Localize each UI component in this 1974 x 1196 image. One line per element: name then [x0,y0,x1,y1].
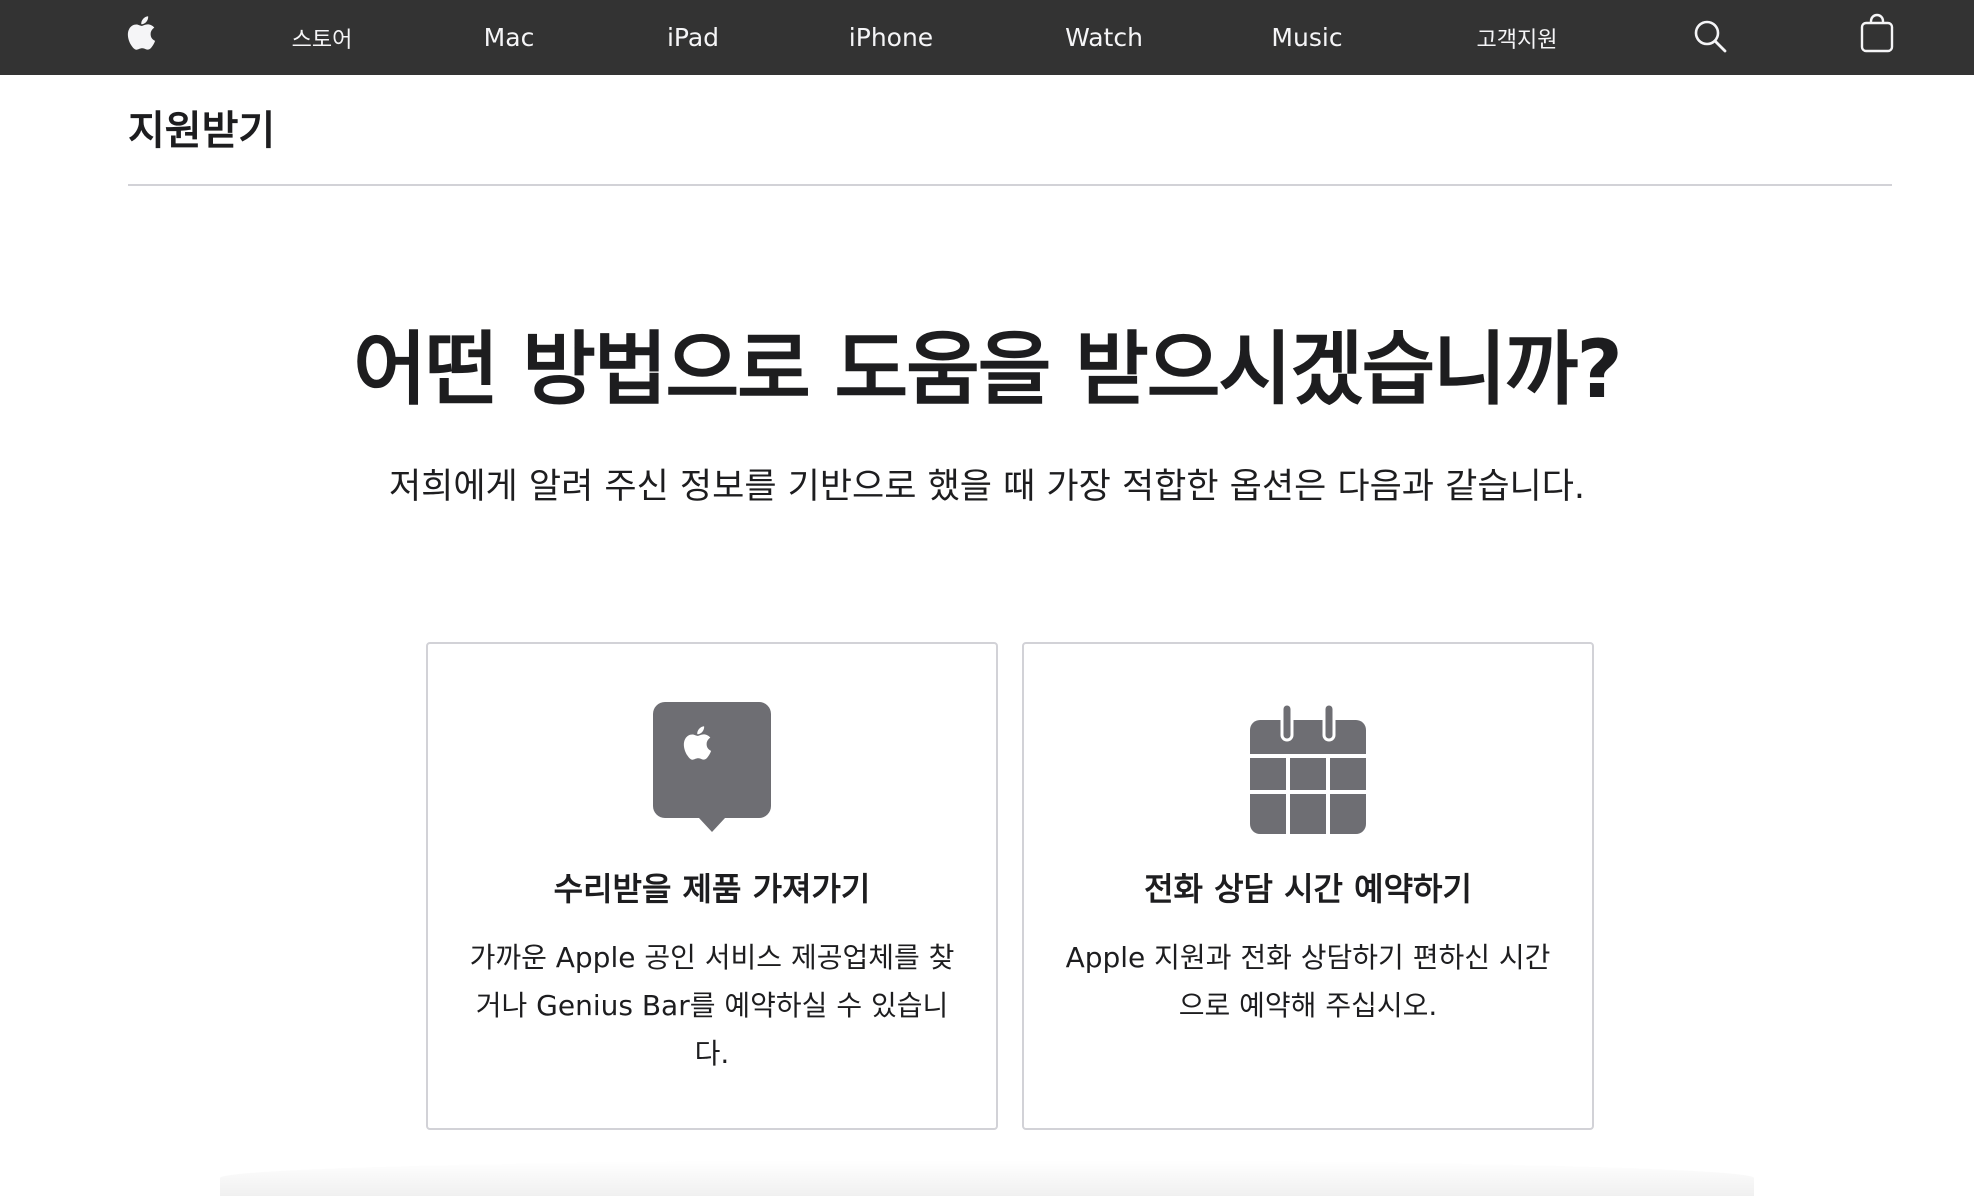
nav-ipad[interactable]: iPad [667,0,719,75]
nav-support[interactable]: 고객지원 [1477,0,1558,75]
option-card-carry-in[interactable]: 수리받을 제품 가져가기 가까운 Apple 공인 서비스 제공업체를 찾거나 … [426,642,998,1130]
option-description: Apple 지원과 전화 상담하기 편하신 시간으로 예약해 주십시오. [1065,941,1551,1022]
option-description: 가까운 Apple 공인 서비스 제공업체를 찾거나 Genius Bar를 예… [469,941,955,1070]
nav-store[interactable]: 스토어 [292,0,353,75]
apple-store-pin-icon [653,702,771,838]
apple-logo-icon[interactable] [126,14,156,56]
page-subheadline: 저희에게 알려 주신 정보를 기반으로 했을 때 가장 적합한 옵션은 다음과 … [388,467,1586,507]
nav-iphone[interactable]: iPhone [849,0,933,75]
nav-watch[interactable]: Watch [1065,0,1143,75]
bag-icon[interactable] [1860,13,1894,57]
option-title: 전화 상담 시간 예약하기 [1144,870,1472,908]
section-bottom-shadow [220,1160,1754,1196]
option-card-schedule-call[interactable]: 전화 상담 시간 예약하기 Apple 지원과 전화 상담하기 편하신 시간으로… [1022,642,1594,1130]
localnav-divider [128,184,1892,186]
nav-mac[interactable]: Mac [484,0,535,75]
nav-music[interactable]: Music [1271,0,1342,75]
page-headline: 어떤 방법으로 도움을 받으시겠습니까? [353,323,1623,416]
option-title: 수리받을 제품 가져가기 [553,870,871,908]
global-nav: 스토어 Mac iPad iPhone Watch Music 고객지원 [0,0,1974,75]
calendar-icon [1250,702,1366,838]
localnav-title: 지원받기 [128,108,276,154]
search-icon[interactable] [1692,18,1728,58]
